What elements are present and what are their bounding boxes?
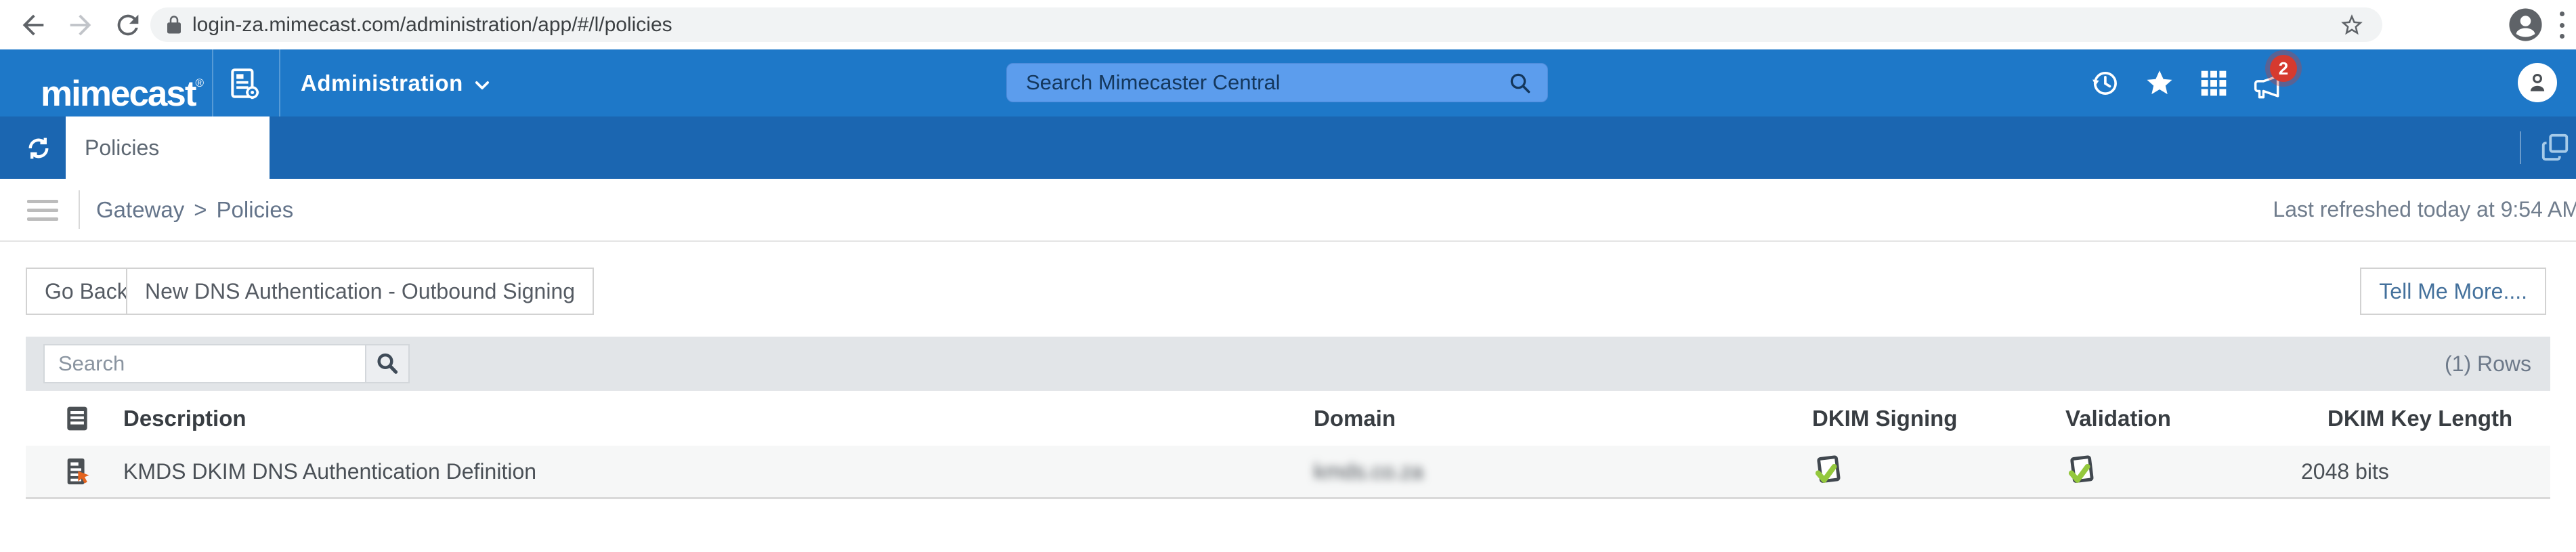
row-description: KMDS DKIM DNS Authentication Definition: [123, 446, 536, 497]
search-icon[interactable]: [1508, 71, 1532, 95]
browser-menu-icon[interactable]: [2558, 12, 2565, 39]
dkim-signing-check-icon: [1811, 454, 1845, 488]
column-header-dkim-signing[interactable]: DKIM Signing: [1812, 391, 1957, 446]
description-column-icon: [62, 404, 92, 433]
table-toolbar: (1) Rows: [26, 337, 2550, 391]
breadcrumb-row: Gateway > Policies Last refreshed today at…: [0, 179, 2576, 242]
table-search: [43, 344, 410, 383]
rows-count-label: (1) Rows: [2445, 337, 2531, 391]
browser-chrome: login-za.mimecast.com/administration/app…: [0, 0, 2576, 49]
nav-divider: [279, 49, 280, 116]
mimecast-nav-bar: mimecast® Administration: [0, 49, 2576, 116]
breadcrumb: Gateway > Policies: [96, 179, 293, 240]
column-header-dkim-key-length[interactable]: DKIM Key Length: [2327, 391, 2512, 446]
administration-menu-label: Administration: [301, 70, 463, 96]
chevron-down-icon: [473, 76, 492, 95]
column-header-description[interactable]: Description: [123, 391, 246, 446]
new-dns-authentication-button[interactable]: New DNS Authentication - Outbound Signin…: [126, 268, 594, 315]
column-header-domain[interactable]: Domain: [1314, 391, 1396, 446]
table-search-button[interactable]: [365, 344, 410, 383]
https-lock-icon: [164, 15, 184, 35]
breadcrumb-policies[interactable]: Policies: [217, 197, 294, 222]
validation-check-icon: [2064, 454, 2098, 488]
address-bar[interactable]: login-za.mimecast.com/administration/app…: [150, 7, 2382, 42]
table-row[interactable]: KMDS DKIM DNS Authentication Definition …: [26, 446, 2550, 499]
browser-reload-icon[interactable]: [112, 9, 144, 41]
tab-policies[interactable]: Policies: [66, 116, 270, 179]
breadcrumb-separator: >: [194, 197, 207, 222]
bookmark-star-icon[interactable]: [2339, 12, 2365, 38]
nav-divider: [212, 49, 213, 116]
tab-policies-label: Policies: [85, 116, 159, 179]
administration-menu[interactable]: Administration: [301, 49, 492, 116]
favorites-star-icon[interactable]: [2145, 68, 2174, 98]
column-header-validation[interactable]: Validation: [2065, 391, 2171, 446]
global-search-input[interactable]: [1026, 64, 1493, 102]
row-domain-redacted: kmds.co.za: [1314, 446, 1423, 497]
table-header: Description Domain DKIM Signing Validati…: [26, 391, 2550, 446]
refresh-icon[interactable]: [24, 134, 53, 163]
apps-grid-icon[interactable]: [2199, 68, 2229, 98]
breadcrumb-divider: [79, 190, 80, 229]
url-text[interactable]: login-za.mimecast.com/administration/app…: [192, 7, 672, 42]
browser-forward-icon[interactable]: [65, 9, 96, 41]
last-refreshed-label: Last refreshed today at 9:54 AM: [2273, 179, 2576, 240]
dns-definition-icon: [62, 456, 93, 487]
history-icon[interactable]: [2090, 68, 2120, 98]
browser-profile-icon[interactable]: [2507, 6, 2544, 43]
mimecast-admin-policies-screen: login-za.mimecast.com/administration/app…: [0, 0, 2576, 552]
tab-bar: Policies: [0, 116, 2576, 179]
person-icon: [2525, 70, 2550, 95]
tell-me-more-button[interactable]: Tell Me More....: [2360, 268, 2546, 315]
popout-window-icon[interactable]: [2539, 131, 2571, 163]
tabbar-divider: [2520, 131, 2521, 164]
mimecast-logo[interactable]: mimecast®: [41, 49, 204, 127]
search-icon: [375, 352, 400, 376]
account-avatar[interactable]: [2518, 63, 2557, 102]
browser-back-icon[interactable]: [18, 9, 49, 41]
breadcrumb-gateway[interactable]: Gateway: [96, 197, 184, 222]
notification-badge[interactable]: 2: [2270, 55, 2297, 82]
menu-hamburger-icon[interactable]: [27, 200, 58, 221]
global-search: [1006, 63, 1548, 102]
admin-console-icon[interactable]: [228, 67, 261, 101]
table-search-input[interactable]: [43, 344, 365, 383]
row-dkim-key-length: 2048 bits: [2301, 446, 2389, 497]
